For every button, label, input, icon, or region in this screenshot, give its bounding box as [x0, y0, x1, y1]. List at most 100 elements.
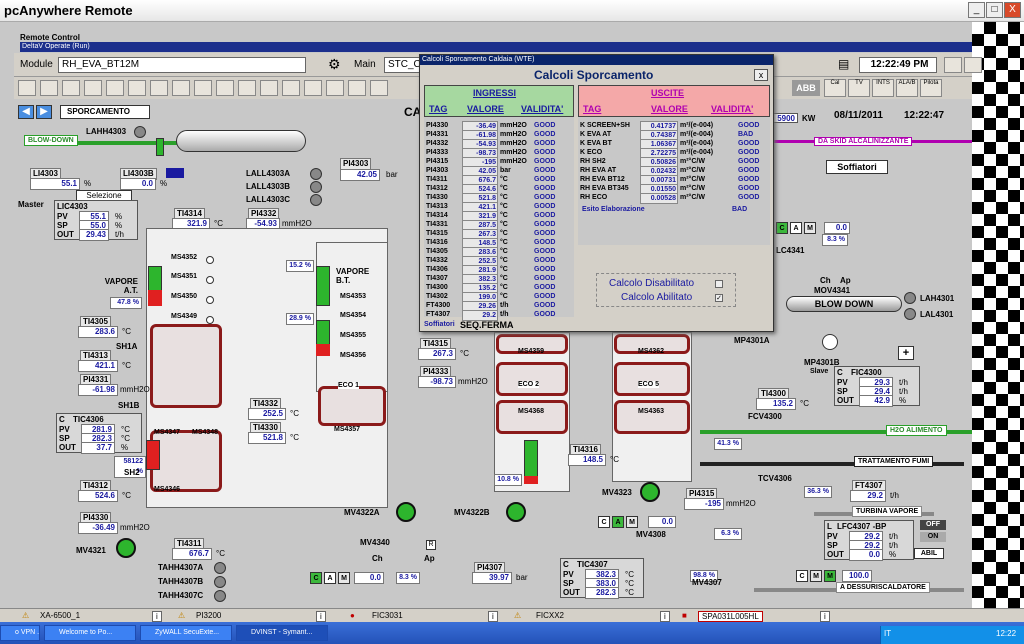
- bottom-m-button[interactable]: M: [338, 572, 350, 584]
- tool-icon-13[interactable]: [370, 80, 388, 96]
- vapore-at-bar-red: [148, 290, 162, 306]
- status-item-4[interactable]: FICXX2: [536, 611, 564, 620]
- calendar-icon[interactable]: ▤: [838, 57, 849, 71]
- calc-enabled-checkbox[interactable]: ✓: [715, 294, 723, 302]
- ms4351-ind[interactable]: [206, 276, 214, 284]
- tool-icon-12[interactable]: [326, 80, 344, 96]
- mv4323-valve[interactable]: [640, 482, 660, 502]
- alarm-icon[interactable]: [348, 80, 366, 96]
- off-button[interactable]: OFF: [920, 520, 946, 530]
- mv4308-output[interactable]: 0.0: [648, 516, 676, 528]
- bottom-c-button[interactable]: C: [310, 572, 322, 584]
- close-button[interactable]: X: [1004, 2, 1021, 18]
- tool-icon-5[interactable]: [128, 80, 146, 96]
- tic4306-faceplate[interactable]: C TIC4306 PV SP OUT 281.9 282.3 37.7 °C …: [56, 413, 142, 454]
- abb-button[interactable]: ABB: [792, 80, 820, 96]
- fic4300-out[interactable]: 42.9: [859, 395, 893, 407]
- info-icon-3[interactable]: i: [488, 611, 498, 622]
- mv4321-valve[interactable]: [116, 538, 136, 558]
- tic4306-tag: TIC4306: [73, 415, 104, 424]
- soffiatori-button[interactable]: Soffiatori: [826, 160, 888, 174]
- ms4350-ind[interactable]: [206, 296, 214, 304]
- lfc4307-faceplate[interactable]: L LFC4307 -BP PV SP OUT 29.2 29.2 0.0 t/…: [824, 520, 914, 561]
- mv4308-a-button[interactable]: A: [612, 516, 624, 528]
- info-icon-4[interactable]: i: [660, 611, 670, 622]
- tic4306-out[interactable]: 37.7: [81, 442, 115, 454]
- sporcamento-button[interactable]: SPORCAMENTO: [60, 105, 150, 119]
- windows-taskbar: o VPN ... Welcome to Po... ZyWALL SecuEx…: [0, 622, 1024, 644]
- mv4308-m-button[interactable]: M: [626, 516, 638, 528]
- ms4352-ind[interactable]: [206, 256, 214, 264]
- ms4349-ind[interactable]: [206, 316, 214, 324]
- tic4307-faceplate[interactable]: C TIC4307 PV SP OUT 382.3 383.0 282.3 °C…: [560, 558, 644, 599]
- tool-icon-4[interactable]: [106, 80, 124, 96]
- folder-icon[interactable]: [172, 80, 190, 96]
- tool-icon-9[interactable]: [260, 80, 278, 96]
- dessur-m-button[interactable]: M: [810, 570, 822, 582]
- maximize-button[interactable]: □: [986, 2, 1003, 18]
- ms4356-label: MS4356: [340, 352, 367, 359]
- nav-back-icon[interactable]: ◀: [18, 105, 34, 119]
- pilota-button[interactable]: Pilota: [920, 79, 942, 97]
- abil-button[interactable]: ABIL: [914, 548, 944, 559]
- info-icon-1[interactable]: i: [152, 611, 162, 622]
- ingressi-unit: mmH2O: [500, 140, 527, 147]
- fic4300-faceplate[interactable]: C FIC4300 PV SP OUT 29.3 29.4 42.9 t/h t…: [834, 366, 920, 407]
- dessur-c-button[interactable]: C: [796, 570, 808, 582]
- tool-icon-3[interactable]: [84, 80, 102, 96]
- printer-icon[interactable]: [40, 80, 58, 96]
- task-vpn[interactable]: o VPN ...: [0, 625, 40, 641]
- info-icon-5[interactable]: i: [820, 611, 830, 622]
- mv4322b-valve[interactable]: [506, 502, 526, 522]
- right-m-button[interactable]: M: [804, 222, 816, 234]
- ints-button[interactable]: INTS: [872, 79, 894, 97]
- module-combo[interactable]: RH_EVA_BT12M: [58, 57, 306, 73]
- right-c-button[interactable]: C: [776, 222, 788, 234]
- language-indicator[interactable]: IT: [884, 629, 891, 638]
- dessur-output[interactable]: 100.0: [842, 570, 872, 582]
- lic4303-faceplate[interactable]: LIC4303 PV SP OUT 55.1 55.0 29.43 % % t/…: [54, 200, 138, 241]
- lic4303-out[interactable]: 29.43: [79, 229, 109, 241]
- back-icon[interactable]: [194, 80, 212, 96]
- task-dvinst[interactable]: DVINST - Symant...: [236, 625, 328, 641]
- status-item-5[interactable]: SPA031L005HL: [698, 611, 763, 622]
- info-icon-2[interactable]: i: [316, 611, 326, 622]
- lfc4307-out[interactable]: 0.0: [849, 549, 883, 561]
- bottom-a-button[interactable]: A: [324, 572, 336, 584]
- task-zywall[interactable]: ZyWALL SecuExte...: [140, 625, 232, 641]
- tool-icon-8[interactable]: [238, 80, 256, 96]
- tv-button[interactable]: TV: [848, 79, 870, 97]
- mv4308-c-button[interactable]: C: [598, 516, 610, 528]
- tool-icon-10[interactable]: [282, 80, 300, 96]
- tool-icon-2[interactable]: [62, 80, 80, 96]
- tic4307-out[interactable]: 282.3: [585, 587, 619, 599]
- status-item-2[interactable]: PI3200: [196, 611, 221, 620]
- cal-button[interactable]: Cal: [824, 79, 846, 97]
- calc-disabled-checkbox[interactable]: [715, 280, 723, 288]
- bottom-output-value[interactable]: 0.0: [354, 572, 384, 584]
- pi4307-value: 39.97: [472, 572, 512, 584]
- tool-icon-6[interactable]: [150, 80, 168, 96]
- mv4340-r-button[interactable]: R: [426, 540, 436, 550]
- mp4301a-pump[interactable]: [822, 334, 838, 350]
- mv4322a-valve[interactable]: [396, 502, 416, 522]
- tool-icon-1[interactable]: [18, 80, 36, 96]
- help-icon[interactable]: [964, 57, 982, 73]
- satellite-icon[interactable]: ⚙: [328, 56, 341, 73]
- task-welcome[interactable]: Welcome to Po...: [44, 625, 136, 641]
- main-combo[interactable]: STC_CA: [384, 57, 427, 73]
- minimize-button[interactable]: _: [968, 2, 985, 18]
- tool-icon-7[interactable]: [216, 80, 234, 96]
- plus-icon[interactable]: +: [898, 346, 914, 360]
- config-icon[interactable]: [944, 57, 962, 73]
- popup-close-button[interactable]: x: [754, 69, 768, 81]
- status-item-1[interactable]: XA-6500_1: [40, 611, 80, 620]
- nav-forward-icon[interactable]: ▶: [36, 105, 52, 119]
- on-button[interactable]: ON: [920, 532, 946, 542]
- status-item-3[interactable]: FIC3031: [372, 611, 403, 620]
- right-output[interactable]: 0.0: [824, 222, 850, 234]
- right-a-button[interactable]: A: [790, 222, 802, 234]
- alab-button[interactable]: ALA/B: [896, 79, 918, 97]
- dessur-m2-button[interactable]: M: [824, 570, 836, 582]
- tool-icon-11[interactable]: [304, 80, 322, 96]
